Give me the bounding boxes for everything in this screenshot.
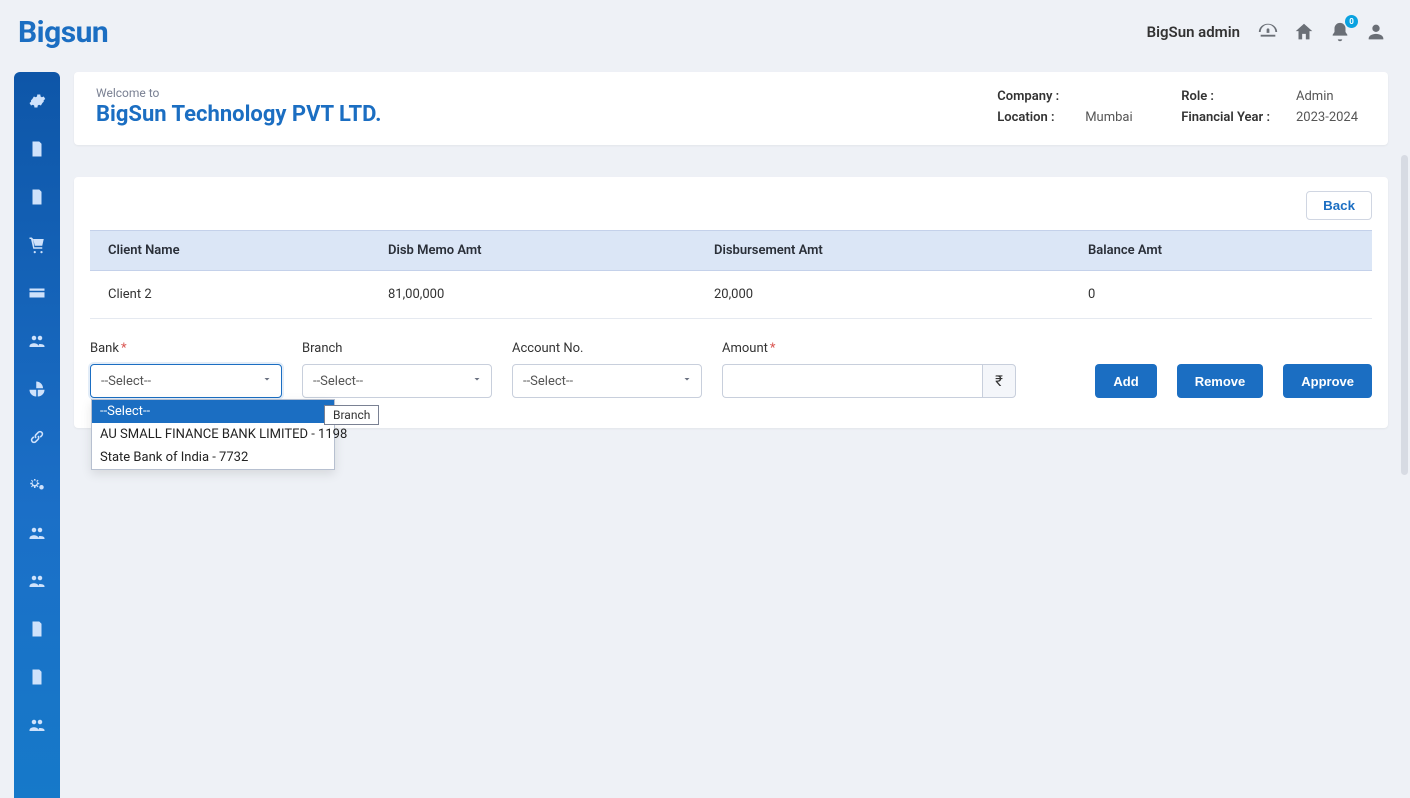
branch-select[interactable]: --Select--	[302, 364, 492, 398]
chevron-down-icon	[681, 373, 693, 389]
sidebar-item-cart[interactable]	[14, 234, 60, 256]
th-disb-memo: Disb Memo Amt	[370, 231, 696, 271]
branch-label: Branch	[302, 341, 492, 356]
bell-icon[interactable]: 0	[1328, 20, 1352, 44]
branch-group: Branch --Select-- Branch	[302, 341, 492, 398]
bank-group: Bank* --Select-- --Select-- AU SMALL FIN…	[90, 341, 282, 398]
welcome-text: Welcome to	[96, 86, 382, 100]
app-logo: Bigsun	[18, 15, 108, 50]
table-row: Client 2 81,00,000 20,000 0	[90, 271, 1372, 319]
sidebar-item-users3[interactable]	[14, 570, 60, 592]
client-table: Client Name Disb Memo Amt Disbursement A…	[90, 230, 1372, 319]
bank-select[interactable]: --Select-- --Select-- AU SMALL FINANCE B…	[90, 364, 282, 398]
topbar-right: BigSun admin 0	[1147, 20, 1388, 44]
approve-button[interactable]: Approve	[1283, 364, 1372, 398]
sidebar-item-doc1[interactable]	[14, 138, 60, 160]
sidebar-item-link[interactable]	[14, 426, 60, 448]
th-client-name: Client Name	[90, 231, 370, 271]
location-label: Location :	[997, 110, 1059, 125]
account-select[interactable]: --Select--	[512, 364, 702, 398]
sidebar-item-gears[interactable]	[14, 474, 60, 496]
sidebar-item-users4[interactable]	[14, 714, 60, 736]
data-card: Back Client Name Disb Memo Amt Disbursem…	[74, 177, 1388, 428]
user-label: BigSun admin	[1147, 23, 1240, 41]
td-disb-memo: 81,00,000	[370, 271, 696, 319]
branch-select-value: --Select--	[313, 374, 363, 389]
sidebar-item-users1[interactable]	[14, 330, 60, 352]
account-group: Account No. --Select--	[512, 341, 702, 398]
dashboard-icon[interactable]	[1256, 20, 1280, 44]
back-button[interactable]: Back	[1306, 191, 1372, 220]
chevron-down-icon	[471, 373, 483, 389]
td-disb-amt: 20,000	[696, 271, 1070, 319]
bank-select-value: --Select--	[101, 374, 151, 389]
th-balance: Balance Amt	[1070, 231, 1372, 271]
sidebar-item-chart[interactable]	[14, 378, 60, 400]
branch-tooltip: Branch	[324, 405, 379, 425]
header-card: Welcome to BigSun Technology PVT LTD. Co…	[74, 72, 1388, 145]
sidebar-item-users2[interactable]	[14, 522, 60, 544]
bank-option-2[interactable]: State Bank of India - 7732	[92, 446, 334, 469]
bank-option-0[interactable]: --Select--	[92, 400, 334, 423]
sidebar-item-card[interactable]	[14, 282, 60, 304]
th-disb-amt: Disbursement Amt	[696, 231, 1070, 271]
rupee-icon: ₹	[982, 364, 1016, 398]
account-select-value: --Select--	[523, 374, 573, 389]
header-info-grid: Company : Role : Admin Location : Mumbai…	[997, 89, 1366, 125]
home-icon[interactable]	[1292, 20, 1316, 44]
sidebar-item-doc2[interactable]	[14, 186, 60, 208]
sidebar-item-settings[interactable]	[14, 90, 60, 112]
role-value: Admin	[1296, 89, 1366, 104]
form-row: Bank* --Select-- --Select-- AU SMALL FIN…	[90, 341, 1372, 398]
amount-label: Amount*	[722, 341, 1016, 356]
company-name: BigSun Technology PVT LTD.	[96, 102, 382, 127]
sidebar-item-doc3[interactable]	[14, 618, 60, 640]
remove-button[interactable]: Remove	[1177, 364, 1264, 398]
bank-dropdown-list: --Select-- AU SMALL FINANCE BANK LIMITED…	[91, 399, 335, 470]
company-value	[1085, 89, 1155, 104]
td-balance: 0	[1070, 271, 1372, 319]
fy-label: Financial Year :	[1181, 110, 1270, 125]
add-button[interactable]: Add	[1095, 364, 1156, 398]
location-value: Mumbai	[1085, 110, 1155, 125]
amount-input[interactable]	[722, 364, 982, 398]
bank-label: Bank*	[90, 341, 282, 356]
bank-option-1[interactable]: AU SMALL FINANCE BANK LIMITED - 1198	[92, 423, 334, 446]
td-client-name: Client 2	[90, 271, 370, 319]
amount-group: Amount* ₹	[722, 341, 1016, 398]
sidebar	[14, 72, 60, 798]
scrollbar[interactable]	[1401, 155, 1408, 475]
role-label: Role :	[1181, 89, 1270, 104]
chevron-down-icon	[261, 373, 273, 389]
user-icon[interactable]	[1364, 20, 1388, 44]
notification-badge: 0	[1345, 15, 1358, 28]
sidebar-item-doc4[interactable]	[14, 666, 60, 688]
topbar: Bigsun BigSun admin 0	[0, 0, 1410, 62]
account-label: Account No.	[512, 341, 702, 356]
fy-value: 2023-2024	[1296, 110, 1366, 125]
company-label: Company :	[997, 89, 1059, 104]
